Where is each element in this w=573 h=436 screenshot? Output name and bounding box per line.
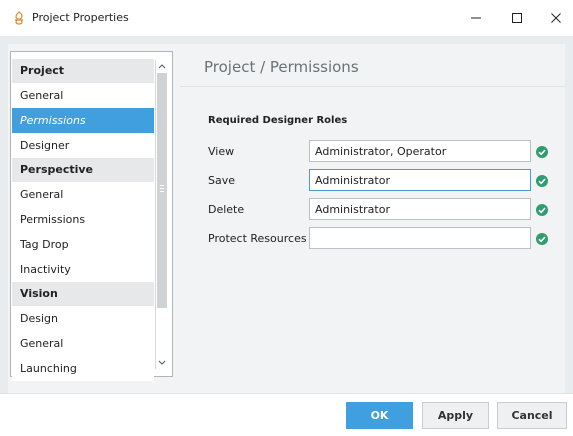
category-scrollbar[interactable] [155,60,168,369]
maximize-icon [512,13,522,23]
minimize-icon [471,17,481,19]
check-circle-icon [536,146,548,158]
nav-item-project-designer[interactable]: Designer [12,133,154,158]
scroll-up-button[interactable] [156,60,168,72]
delete-roles-input[interactable] [309,198,531,220]
title-bar: Project Properties [0,0,573,36]
check-circle-icon [536,204,548,216]
check-circle-icon [536,233,548,245]
scroll-down-button[interactable] [156,357,168,369]
dialog-footer: OK Apply Cancel [0,393,573,436]
page-title: Project / Permissions [204,58,359,76]
app-logo-icon [15,11,23,25]
view-label: View [208,145,235,158]
nav-group-perspective[interactable]: Perspective [12,158,154,182]
save-roles-input[interactable] [309,169,531,191]
maximize-button[interactable] [500,6,534,30]
check-circle-icon [536,175,548,187]
nav-item-vision-design[interactable]: Design [12,306,154,331]
nav-item-vision-launching[interactable]: Launching [12,356,154,381]
chevron-up-icon [158,64,166,69]
save-label: Save [208,174,236,187]
permissions-pane: Project / Permissions Required Designer … [180,44,565,393]
properties-panel: Project General Permissions Designer Per… [8,44,565,393]
scroll-thumb[interactable] [157,73,167,308]
protect-resources-label: Protect Resources [208,232,307,245]
view-roles-input[interactable] [309,140,531,162]
close-icon [551,13,561,23]
nav-item-perspective-inactivity[interactable]: Inactivity [12,257,154,282]
delete-label: Delete [208,203,245,216]
close-button[interactable] [539,6,573,30]
nav-item-perspective-tag-drop[interactable]: Tag Drop [12,232,154,257]
category-list: Project General Permissions Designer Per… [12,59,154,381]
window-title: Project Properties [32,11,129,24]
dialog-body: Project General Permissions Designer Per… [0,36,573,393]
nav-item-perspective-general[interactable]: General [12,182,154,207]
nav-group-project[interactable]: Project [12,59,154,83]
minimize-button[interactable] [459,6,493,30]
nav-item-perspective-permissions[interactable]: Permissions [12,207,154,232]
title-divider [180,86,565,87]
nav-item-vision-general[interactable]: General [12,331,154,356]
nav-group-vision[interactable]: Vision [12,282,154,306]
nav-item-project-general[interactable]: General [12,83,154,108]
cancel-button[interactable]: Cancel [497,402,567,429]
nav-item-project-permissions[interactable]: Permissions [12,108,154,133]
section-heading: Required Designer Roles [208,115,348,126]
chevron-down-icon [158,360,166,365]
category-tree: Project General Permissions Designer Per… [10,51,173,381]
protect-resources-input[interactable] [309,227,531,249]
ok-button[interactable]: OK [346,402,413,429]
grip-icon [160,185,164,194]
apply-button[interactable]: Apply [422,402,489,429]
